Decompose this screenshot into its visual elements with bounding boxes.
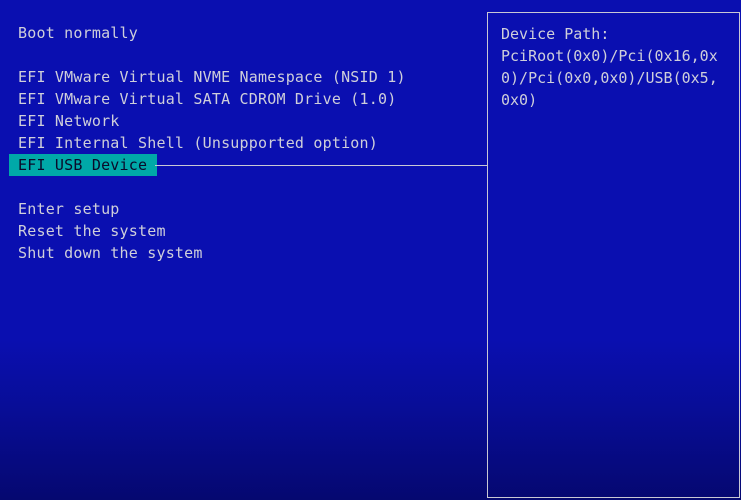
menu-item-reset-system[interactable]: Reset the system <box>9 220 175 242</box>
device-path-line: 0x0) <box>501 91 538 109</box>
menu-item-shut-down-system[interactable]: Shut down the system <box>9 242 212 264</box>
device-path-line: 0)/Pci(0x0,0x0)/USB(0x5, <box>501 69 718 87</box>
menu-item-efi-network[interactable]: EFI Network <box>9 110 129 132</box>
menu-item-efi-usb-device[interactable]: EFI USB Device <box>9 154 158 176</box>
device-path-line: PciRoot(0x0)/Pci(0x16,0x <box>501 47 718 65</box>
device-info-panel: Device Path: PciRoot(0x0)/Pci(0x16,0x 0)… <box>487 12 740 498</box>
menu-divider-line <box>155 165 487 166</box>
device-path-text: Device Path: PciRoot(0x0)/Pci(0x16,0x 0)… <box>501 23 733 111</box>
menu-item-efi-vmware-nvme[interactable]: EFI VMware Virtual NVME Namespace (NSID … <box>9 66 415 88</box>
menu-item-enter-setup[interactable]: Enter setup <box>9 198 129 220</box>
bios-boot-screen: Boot normally EFI VMware Virtual NVME Na… <box>0 0 741 500</box>
menu-item-boot-normally[interactable]: Boot normally <box>9 22 147 44</box>
menu-item-efi-internal-shell[interactable]: EFI Internal Shell (Unsupported option) <box>9 132 387 154</box>
menu-item-efi-vmware-sata-cdrom[interactable]: EFI VMware Virtual SATA CDROM Drive (1.0… <box>9 88 405 110</box>
device-path-heading: Device Path: <box>501 25 610 43</box>
